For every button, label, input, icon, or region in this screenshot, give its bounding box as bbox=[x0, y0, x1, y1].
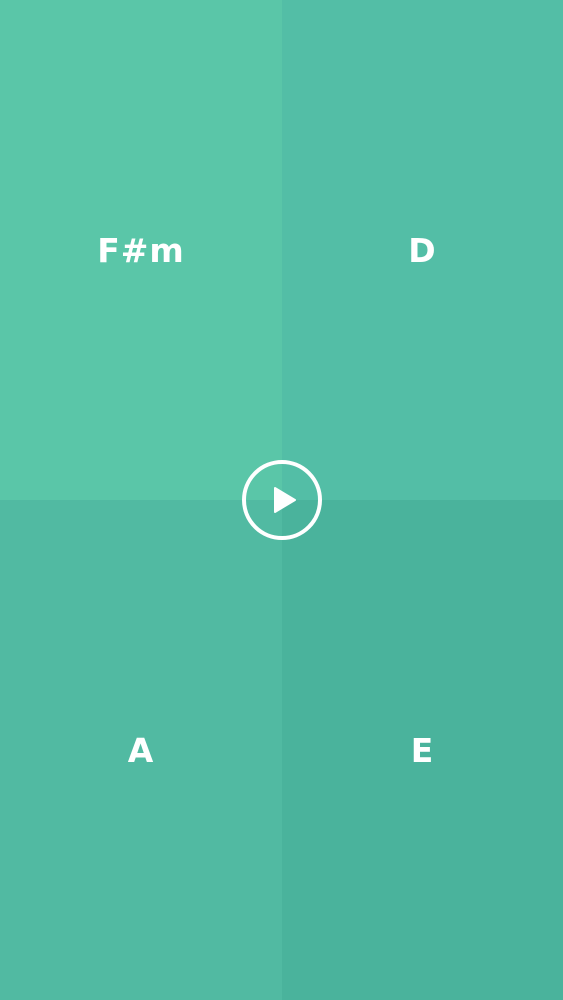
play-button[interactable] bbox=[242, 460, 322, 540]
chord-pad-grid: F#m D A E bbox=[0, 0, 563, 1000]
play-icon bbox=[273, 487, 296, 513]
chord-pad-a[interactable]: A bbox=[0, 500, 282, 1000]
chord-label: D bbox=[408, 230, 437, 270]
chord-label: A bbox=[127, 730, 155, 770]
chord-pad-d[interactable]: D bbox=[282, 0, 563, 500]
chord-pad-f-sharp-minor[interactable]: F#m bbox=[0, 0, 282, 500]
chord-pad-e[interactable]: E bbox=[282, 500, 563, 1000]
chord-label: E bbox=[410, 730, 435, 770]
chord-label: F#m bbox=[97, 230, 185, 270]
